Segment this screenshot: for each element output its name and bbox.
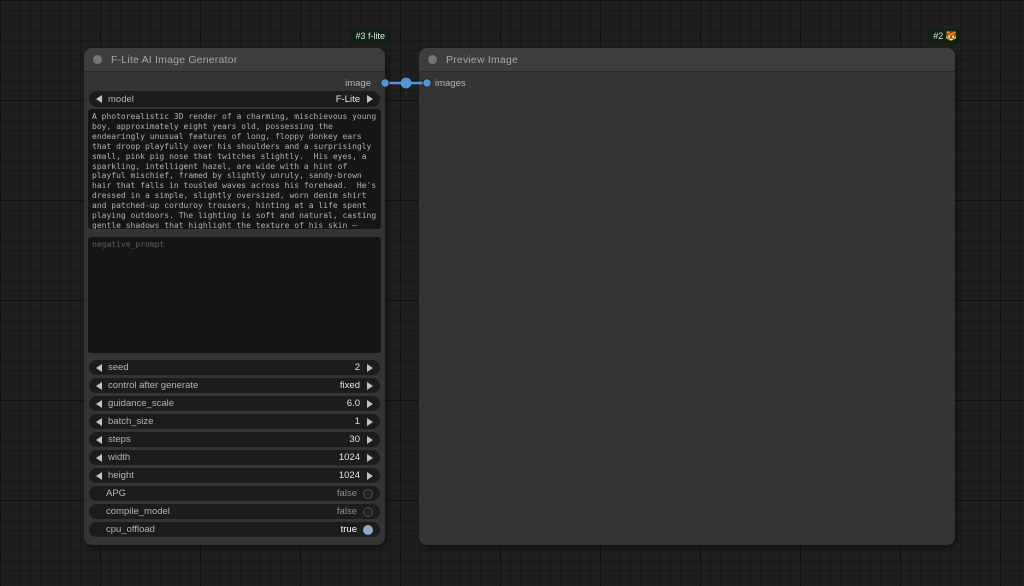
widget-value: 2: [355, 362, 360, 373]
input-slot-images[interactable]: images: [435, 76, 466, 90]
widget-value: false: [337, 506, 357, 517]
next-value-arrow-icon[interactable]: [367, 95, 373, 103]
link-midpoint-dot-icon[interactable]: [401, 78, 412, 89]
prev-value-arrow-icon[interactable]: [96, 95, 102, 103]
widget-label: compile_model: [106, 506, 170, 517]
toggle-knob-icon[interactable]: [363, 507, 373, 517]
output-slot-image[interactable]: image: [345, 76, 371, 90]
widget-height[interactable]: height 1024: [89, 468, 380, 483]
node-titlebar[interactable]: F-Lite AI Image Generator: [84, 48, 385, 72]
widget-guidance-scale[interactable]: guidance_scale 6.0: [89, 396, 380, 411]
toggle-knob-icon[interactable]: [363, 525, 373, 535]
widget-value: 30: [349, 434, 360, 445]
widget-label: steps: [108, 434, 131, 445]
increment-arrow-icon[interactable]: [367, 418, 373, 426]
widget-label: model: [108, 94, 134, 105]
widget-label: control after generate: [108, 380, 198, 391]
node-badge-preview: #2 🐯: [928, 29, 962, 43]
decrement-arrow-icon[interactable]: [96, 472, 102, 480]
widget-value: 1: [355, 416, 360, 427]
increment-arrow-icon[interactable]: [367, 364, 373, 372]
tiger-emoji-icon: 🐯: [946, 31, 957, 41]
node-f-lite-generator[interactable]: F-Lite AI Image Generator image model F-…: [84, 48, 385, 545]
widget-value: 6.0: [347, 398, 360, 409]
node-title: Preview Image: [446, 54, 518, 66]
node-preview-image[interactable]: Preview Image images: [419, 48, 955, 545]
badge-number: #2: [933, 31, 943, 41]
decrement-arrow-icon[interactable]: [96, 454, 102, 462]
prev-value-arrow-icon[interactable]: [96, 382, 102, 390]
node-editor-canvas[interactable]: #3 f-lite #2 🐯 F-Lite AI Image Generator…: [0, 0, 1024, 586]
widget-value: F-Lite: [336, 94, 360, 105]
decrement-arrow-icon[interactable]: [96, 400, 102, 408]
widget-value: 1024: [339, 452, 360, 463]
widget-label: width: [108, 452, 130, 463]
prompt-textarea[interactable]: A photorealistic 3D render of a charming…: [88, 109, 381, 229]
node-badge-f-lite: #3 f-lite: [350, 29, 390, 43]
decrement-arrow-icon[interactable]: [96, 364, 102, 372]
widget-seed[interactable]: seed 2: [89, 360, 380, 375]
widget-value: fixed: [340, 380, 360, 391]
widget-steps[interactable]: steps 30: [89, 432, 380, 447]
increment-arrow-icon[interactable]: [367, 400, 373, 408]
increment-arrow-icon[interactable]: [367, 472, 373, 480]
collapse-dot-icon[interactable]: [428, 55, 437, 64]
decrement-arrow-icon[interactable]: [96, 418, 102, 426]
collapse-dot-icon[interactable]: [93, 55, 102, 64]
widget-value: true: [341, 524, 357, 535]
widget-label: height: [108, 470, 134, 481]
increment-arrow-icon[interactable]: [367, 454, 373, 462]
decrement-arrow-icon[interactable]: [96, 436, 102, 444]
input-slot-label: images: [435, 78, 466, 89]
increment-arrow-icon[interactable]: [367, 436, 373, 444]
widget-model[interactable]: model F-Lite: [89, 91, 380, 107]
output-slot-label: image: [345, 78, 371, 89]
widget-control-after-generate[interactable]: control after generate fixed: [89, 378, 380, 393]
widget-value: false: [337, 488, 357, 499]
node-title: F-Lite AI Image Generator: [111, 54, 237, 66]
toggle-knob-icon[interactable]: [363, 489, 373, 499]
widget-apg-toggle[interactable]: APG false: [89, 486, 380, 501]
widget-label: APG: [106, 488, 126, 499]
widget-label: cpu_offload: [106, 524, 155, 535]
widget-batch-size[interactable]: batch_size 1: [89, 414, 380, 429]
widget-value: 1024: [339, 470, 360, 481]
next-value-arrow-icon[interactable]: [367, 382, 373, 390]
widget-label: seed: [108, 362, 129, 373]
widget-cpu-offload-toggle[interactable]: cpu_offload true: [89, 522, 380, 537]
widget-width[interactable]: width 1024: [89, 450, 380, 465]
negative-prompt-textarea[interactable]: [88, 237, 381, 353]
widget-label: batch_size: [108, 416, 153, 427]
node-titlebar[interactable]: Preview Image: [419, 48, 955, 72]
widget-compile-model-toggle[interactable]: compile_model false: [89, 504, 380, 519]
widget-label: guidance_scale: [108, 398, 174, 409]
